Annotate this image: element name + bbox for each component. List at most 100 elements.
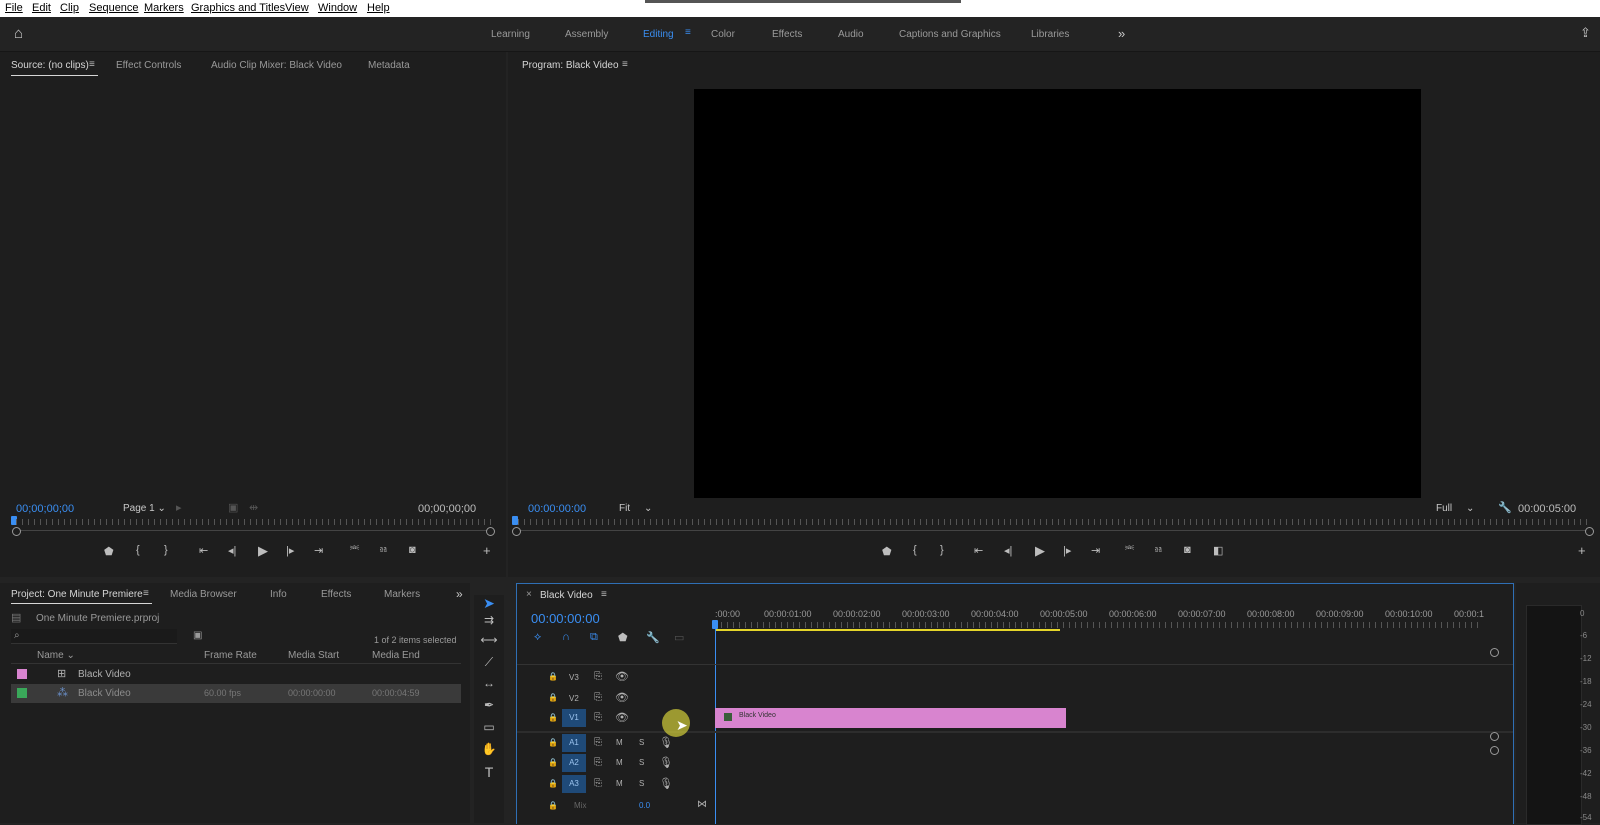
mark-out-icon[interactable]: } — [164, 544, 168, 556]
program-mark-out-icon[interactable]: } — [940, 544, 944, 556]
captions-icon[interactable]: ▭ — [674, 631, 684, 644]
nest-toggle-icon[interactable]: ⟡ — [534, 631, 541, 644]
lock-icon[interactable]: 🔒 — [548, 693, 558, 702]
mix-value[interactable]: 0.0 — [639, 801, 650, 810]
lock-icon[interactable]: 🔒 — [548, 758, 558, 767]
eye-icon[interactable]: 👁 — [615, 691, 629, 704]
track-label-targeted[interactable]: A1 — [562, 734, 586, 752]
timeline-menu-icon[interactable]: ≡ — [601, 589, 607, 600]
go-to-in-icon[interactable]: ⇤ — [199, 544, 208, 557]
program-button-editor-icon[interactable]: + — [1578, 543, 1586, 558]
column-frame-rate[interactable]: Frame Rate — [204, 650, 257, 661]
solo-button[interactable]: S — [639, 738, 644, 747]
mute-button[interactable]: M — [616, 758, 623, 767]
menu-file[interactable]: File — [5, 2, 23, 14]
program-go-to-out-icon[interactable]: ⇥ — [1091, 544, 1100, 557]
timeline-scroll-handle-bottom[interactable] — [1490, 746, 1499, 755]
source-time-ruler[interactable] — [16, 519, 496, 525]
workspace-assembly[interactable]: Assembly — [565, 29, 608, 40]
label-color-swatch[interactable] — [17, 669, 27, 679]
workspace-menu-icon[interactable]: ≡ — [685, 27, 691, 38]
program-zoom-bar[interactable] — [518, 530, 1590, 531]
program-title[interactable]: Program: Black Video — [522, 60, 619, 71]
program-mark-in-icon[interactable]: { — [913, 544, 917, 556]
sync-lock-icon[interactable]: ⎘ — [594, 778, 602, 789]
tab-info[interactable]: Info — [270, 589, 287, 600]
page-dropdown[interactable]: Page 1 ⌄ — [123, 503, 166, 514]
program-time-ruler[interactable] — [518, 519, 1592, 525]
lift-icon[interactable]: ⎃ — [1125, 544, 1134, 557]
timeline-timecode[interactable]: 00:00:00:00 — [531, 611, 600, 626]
menu-window[interactable]: Window — [318, 2, 357, 14]
overwrite-icon[interactable]: ⎂ — [379, 544, 388, 557]
solo-button[interactable]: S — [639, 779, 644, 788]
solo-button[interactable]: S — [639, 758, 644, 767]
source-panel-menu-icon[interactable]: ≡ — [89, 59, 95, 70]
program-panel-menu-icon[interactable]: ≡ — [622, 59, 628, 70]
project-row-selected[interactable]: ⁂ Black Video 60.00 fps 00:00:00:00 00:0… — [11, 684, 461, 703]
source-zoom-bar[interactable] — [16, 530, 490, 531]
track-label[interactable]: V3 — [569, 673, 579, 682]
program-timecode[interactable]: 00:00:00:00 — [528, 503, 586, 515]
sync-lock-icon[interactable]: ⎘ — [594, 692, 602, 703]
lock-icon[interactable]: 🔒 — [548, 779, 558, 788]
work-area-bar[interactable] — [715, 629, 1060, 631]
lock-icon[interactable]: 🔒 — [548, 801, 558, 810]
mark-in-icon[interactable]: { — [136, 544, 140, 556]
tab-source[interactable]: Source: (no clips) — [11, 60, 89, 71]
program-export-frame-icon[interactable]: ◙ — [1184, 544, 1191, 556]
source-timecode-in[interactable]: 00;00;00;00 — [16, 503, 74, 515]
play-icon[interactable]: ▶ — [258, 543, 268, 559]
share-icon[interactable]: ⇪ — [1580, 25, 1591, 41]
workspace-audio[interactable]: Audio — [838, 29, 864, 40]
timeline-add-marker-icon[interactable]: ⬟ — [618, 631, 628, 644]
home-icon[interactable]: ⌂ — [14, 25, 23, 42]
program-step-forward-icon[interactable]: |▸ — [1063, 544, 1071, 557]
button-editor-icon[interactable]: + — [483, 543, 491, 558]
program-zoom-handle-right[interactable] — [1585, 527, 1594, 536]
label-color-swatch[interactable] — [17, 688, 27, 698]
go-to-end-icon[interactable]: ⋈ — [697, 799, 707, 810]
menu-sequence[interactable]: Sequence — [89, 2, 139, 14]
workspace-editing[interactable]: Editing — [643, 29, 674, 40]
column-media-start[interactable]: Media Start — [288, 650, 339, 661]
tab-effect-controls[interactable]: Effect Controls — [116, 60, 181, 71]
sync-lock-icon[interactable]: ⎘ — [594, 757, 602, 768]
column-media-end[interactable]: Media End — [372, 650, 420, 661]
menu-markers[interactable]: Markers — [144, 2, 184, 14]
next-page-icon[interactable]: ▸ — [176, 501, 182, 514]
program-zoom-handle-left[interactable] — [512, 527, 521, 536]
track-select-tool-icon[interactable]: ⇉ — [479, 613, 499, 627]
microphone-icon[interactable]: 🎙 — [659, 756, 673, 769]
timeline-clip[interactable]: Black Video — [715, 708, 1066, 728]
source-settings-icon[interactable]: ▣ — [228, 501, 238, 514]
insert-icon[interactable]: ⎃ — [350, 544, 359, 557]
menu-edit[interactable]: Edit — [32, 2, 51, 14]
type-tool-icon[interactable]: T — [479, 764, 499, 780]
tab-markers[interactable]: Markers — [384, 589, 420, 600]
timeline-scroll-handle-mid[interactable] — [1490, 732, 1499, 741]
project-panel-menu-icon[interactable]: ≡ — [143, 588, 149, 599]
microphone-icon[interactable]: 🎙 — [659, 736, 673, 749]
razor-tool-icon[interactable]: ⟋ — [479, 655, 499, 670]
sync-lock-icon[interactable]: ⎘ — [594, 712, 602, 723]
track-label-targeted[interactable]: A3 — [562, 775, 586, 793]
close-sequence-icon[interactable]: × — [526, 589, 532, 600]
timeline-settings-icon[interactable]: 🔧 — [646, 631, 660, 644]
workspace-libraries[interactable]: Libraries — [1031, 29, 1069, 40]
sync-lock-icon[interactable]: ⎘ — [594, 671, 602, 682]
more-workspaces-icon[interactable]: » — [1118, 26, 1125, 41]
eye-icon[interactable]: 👁 — [615, 670, 629, 683]
program-play-icon[interactable]: ▶ — [1035, 543, 1045, 559]
track-label-targeted[interactable]: A2 — [562, 754, 586, 772]
program-step-back-icon[interactable]: ◂| — [1004, 544, 1012, 557]
program-monitor-video[interactable] — [694, 89, 1421, 498]
hand-tool-icon[interactable]: ✋ — [479, 742, 499, 756]
lock-icon[interactable]: 🔒 — [548, 738, 558, 747]
new-bin-from-search-icon[interactable]: ▣ — [193, 630, 202, 641]
column-name[interactable]: Name ⌄ — [37, 650, 75, 661]
workspace-effects[interactable]: Effects — [772, 29, 802, 40]
tab-sequence[interactable]: Black Video — [540, 590, 593, 601]
snap-icon[interactable]: ∩ — [562, 631, 570, 643]
step-back-icon[interactable]: ◂| — [228, 544, 236, 557]
